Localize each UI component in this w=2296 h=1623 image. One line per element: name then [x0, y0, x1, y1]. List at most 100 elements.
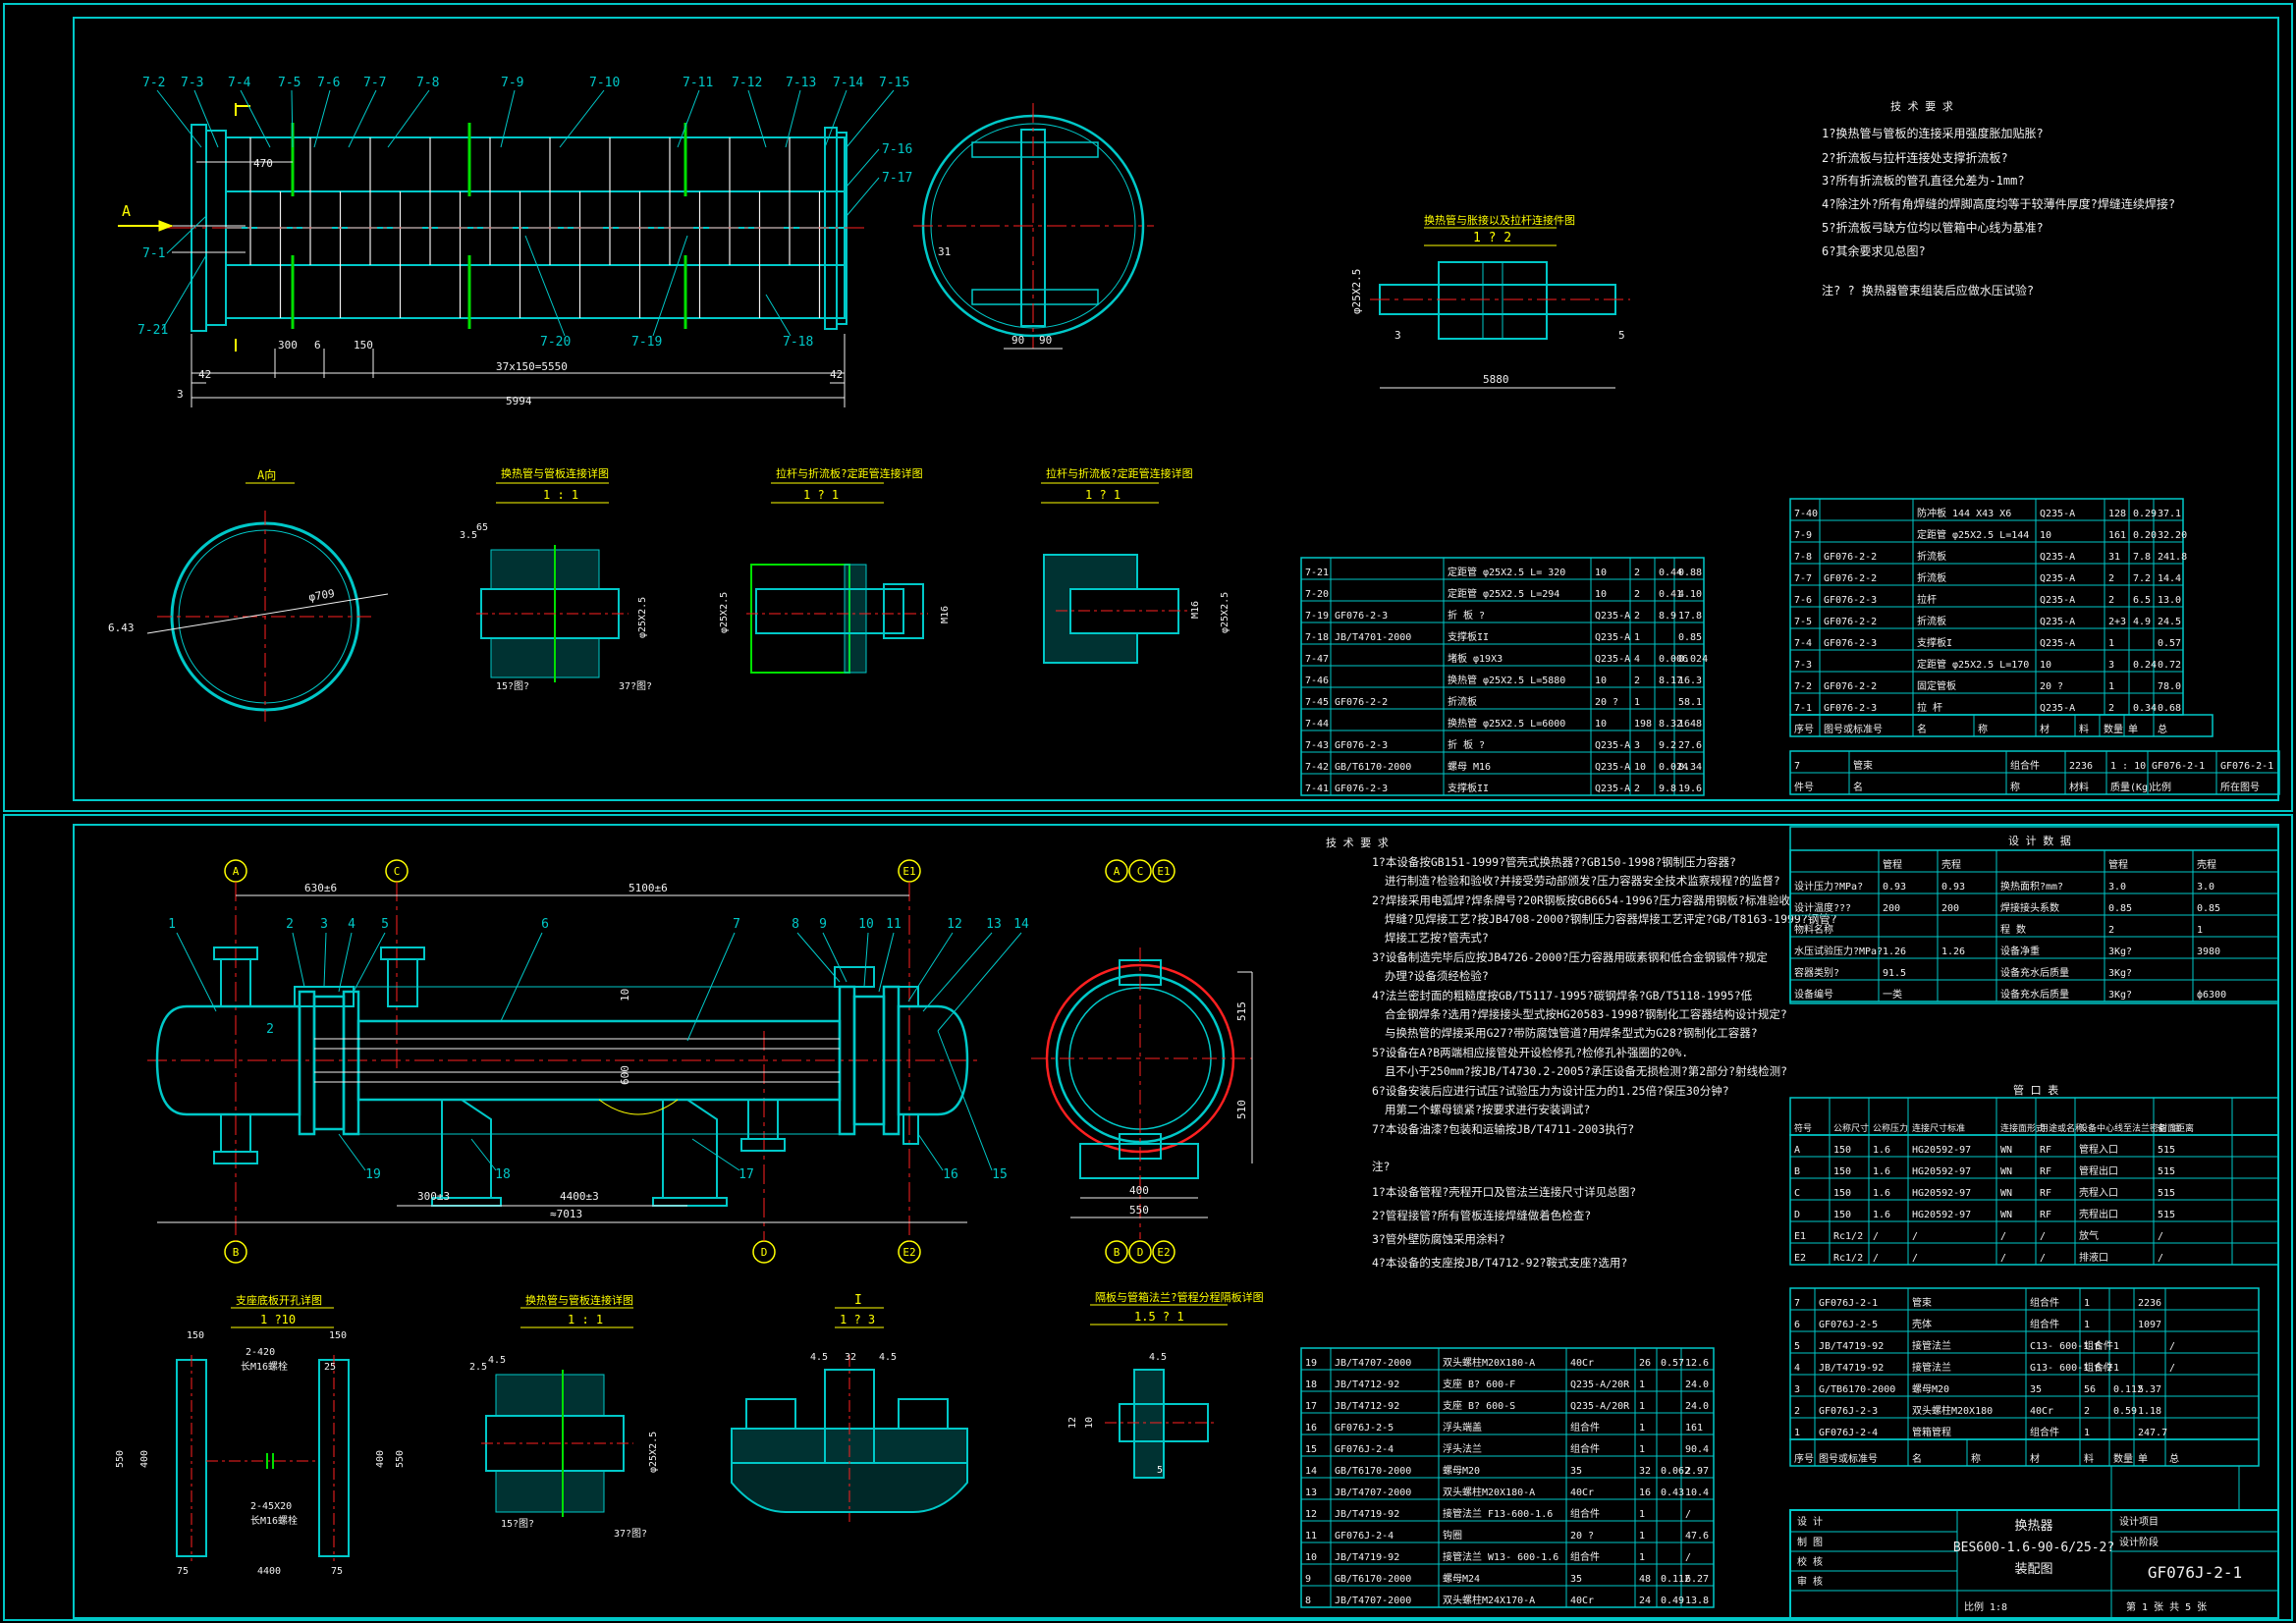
bot-bom-right-r4-c6: 5.37: [2138, 1384, 2161, 1395]
top-bom-right-r0-c6: 37.1: [2158, 509, 2181, 519]
top-bom-left-r5-c2: 换热管 φ25X2.5 L=5880: [1448, 674, 1565, 686]
bot-bom-right-r5-c1: GF076J-2-3: [1819, 1406, 1878, 1417]
top-bom-left-r5-c6: 16.3: [1678, 676, 1702, 686]
top-bom-right-r5-c3: Q235-A: [2040, 617, 2075, 627]
bot-bom-left-r8-c2: 钩圈: [1443, 1530, 1462, 1542]
bot-bom-right-r5-c4: 2: [2084, 1406, 2090, 1417]
nozzle-r1-c1: 150: [1833, 1166, 1851, 1177]
bot-bom-left-r3-c1: GF076J-2-5: [1335, 1423, 1394, 1434]
top-bom-right-r7-c4: 3: [2108, 660, 2114, 671]
bot-bom-left-r4-c1: GF076J-2-4: [1335, 1444, 1394, 1455]
top-title-r1-c5: 比例: [2152, 781, 2171, 793]
bot-tech-title: 技 术 要 求: [1326, 837, 1389, 849]
top-bom-hdr-r0-c4: 材: [2040, 723, 2050, 735]
support-400a: 400: [139, 1450, 150, 1468]
bot-bom-right-r2-c5: 1: [2113, 1341, 2119, 1352]
nozzle-hdr-r0-c4: 连接面形式: [2000, 1122, 2045, 1134]
top-bom-right-r5-c0: 7-5: [1794, 617, 1812, 627]
pipe-n5: 5: [1618, 329, 1625, 342]
nozzle-r3-c7: 515: [2158, 1210, 2175, 1220]
pipe-len: 5880: [1483, 373, 1509, 386]
top-bom-right-r3-c2: 折流板: [1917, 571, 1946, 584]
top-bom-left-r10-c2: 支撑板II: [1448, 782, 1489, 794]
pipe-detail-scale: 1 ? 2: [1473, 231, 1511, 245]
det1-scale: 1 : 1: [543, 488, 578, 502]
end-dim-510: 510: [1235, 1100, 1248, 1119]
bundle-end-view: 31 90 90: [913, 103, 1154, 350]
tb-role-design: 设 计: [1797, 1515, 1823, 1528]
callout-7-6: 7-6: [317, 76, 340, 90]
top-bom-left-r4-c4: 4: [1634, 654, 1640, 665]
bot-bom-left-r0-c0: 19: [1305, 1358, 1317, 1369]
end-bubble-d: D: [1137, 1246, 1144, 1259]
end-bubble-c: C: [1137, 865, 1144, 878]
end-dim-550: 550: [1129, 1204, 1149, 1217]
bot-bom-right-r5-c2: 双头螺柱M20X180: [1912, 1404, 1993, 1417]
top-tech-3: 3?所有折流板的管孔直径允差为-1mm?: [1822, 173, 2025, 188]
top-tech-5: 5?折流板弓缺方位均以管箱中心线为基准?: [1822, 220, 2044, 235]
top-bom-right-r9-c4: 2: [2108, 703, 2114, 714]
part-5: 5: [381, 917, 389, 932]
top-bom-right-r2-c5: 7.8: [2133, 552, 2151, 563]
nozzle-r5-c1: Rc1/2: [1833, 1253, 1863, 1264]
top-bom-right-r4-c3: Q235-A: [2040, 595, 2075, 606]
bot-bom-left-r4-c4: 1: [1639, 1444, 1645, 1455]
dim-6: 6: [314, 339, 321, 352]
det-i-45b: 4.5: [879, 1352, 897, 1363]
support-75b: 75: [331, 1566, 343, 1577]
top-title-r1-c2: 称: [2010, 781, 2020, 793]
top-bom-left-r10-c1: GF076-2-3: [1335, 784, 1388, 794]
top-bom-right-r3-c4: 2: [2108, 573, 2114, 584]
bot-bom-right-r0-c3: 组合件: [2030, 1296, 2059, 1309]
view-a-title: A向: [257, 467, 276, 482]
top-bom-left-r9-c2: 螺母 M16: [1448, 761, 1491, 773]
bot-tech-5: 焊接工艺按?管壳式?: [1385, 931, 1489, 945]
bubble-d-bottom: D: [761, 1246, 768, 1259]
design-r2-c5: 0.85: [2197, 903, 2220, 914]
top-bom-right-r1-c4: 161: [2108, 530, 2126, 541]
top-title-r0-c0: 7: [1794, 761, 1800, 772]
bot-bom-left-r2-c3: Q235-A/20R: [1570, 1401, 1630, 1412]
design-r0-c1: 管程: [1883, 858, 1902, 871]
top-bom-left-r8-c4: 3: [1634, 740, 1640, 751]
nozzle-hdr-r0-c1: 公称尺寸: [1833, 1122, 1869, 1134]
top-bom-right-r4-c0: 7-6: [1794, 595, 1812, 606]
bot-bom-left-r6-c0: 13: [1305, 1488, 1317, 1498]
bot-bom-right-r1-c2: 壳体: [1912, 1318, 1932, 1330]
top-tech-6: 6?其余要求见总图?: [1822, 243, 1926, 258]
bot-tech-1: 1?本设备按GB151-1999?管壳式换热器??GB150-1998?钢制压力…: [1372, 855, 1736, 869]
detail-tube-sheet-bottom: 换热管与管板连接详图 1 : 1 2.5 4.5 φ25X2.5 15?图? 3…: [469, 1293, 659, 1540]
top-bom-left-r9-c0: 7-42: [1305, 762, 1329, 773]
assembly-end-view: 515 510 400 550: [1031, 947, 1253, 1239]
callout-7-4: 7-4: [228, 76, 251, 90]
bot-bom-left-r8-c0: 11: [1305, 1531, 1317, 1542]
top-tech-2: 2?折流板与拉杆连接处支撑折流板?: [1822, 150, 2008, 165]
det-rod-title: 隔板与管箱法兰?管程分程隔板详图: [1095, 1290, 1264, 1304]
top-bom-right-r6-c2: 支撑板I: [1917, 636, 1952, 649]
bot-bom-left-r11-c6: 13.8: [1685, 1596, 1709, 1606]
design-r3-c0: 物料名称: [1794, 923, 1833, 936]
nozzle-r1-c7: 515: [2158, 1166, 2175, 1177]
bot-bom-left-r11-c0: 8: [1305, 1596, 1311, 1606]
design-r1-c1: 0.93: [1883, 882, 1906, 893]
design-r4-c0: 水压试验压力?MPa?: [1794, 945, 1883, 957]
top-bom-right-r7-c2: 定距管 φ25X2.5 L=170: [1917, 658, 2029, 671]
bot-bom-left-r10-c3: 35: [1570, 1574, 1582, 1585]
bot-bom-right-r0-c0: 7: [1794, 1298, 1800, 1309]
nozzle-r0-c2: 1.6: [1873, 1145, 1890, 1156]
nozzle-r3-c2: 1.6: [1873, 1210, 1890, 1220]
bot-bom-left-r1-c2: 支座 B? 600-F: [1443, 1378, 1515, 1390]
top-bom-right-r3-c6: 14.4: [2158, 573, 2181, 584]
bot-bom-left-r1-c4: 1: [1639, 1380, 1645, 1390]
support-2420: 2-420: [246, 1347, 275, 1358]
view-a-marker: A: [122, 202, 131, 220]
bot-bom-right-r0-c2: 管束: [1912, 1296, 1932, 1309]
top-bom-left-r9-c1: GB/T6170-2000: [1335, 762, 1411, 773]
bot-bom-right-r2-c2: 接管法兰: [1912, 1339, 1951, 1352]
design-r1-c3: 换热面积?mm?: [2000, 880, 2063, 893]
top-bom-left-r2-c4: 2: [1634, 611, 1640, 622]
bot-note-2: 2?管程接管?所有管板连接焊缝做着色检查?: [1372, 1209, 1591, 1222]
top-bom-right-r0-c3: Q235-A: [2040, 509, 2075, 519]
bot-tech-10: 与换热管的焊接采用G27?带防腐蚀管道?用焊条型式为G28?钢制化工容器?: [1385, 1026, 1758, 1040]
part-8: 8: [792, 917, 799, 932]
